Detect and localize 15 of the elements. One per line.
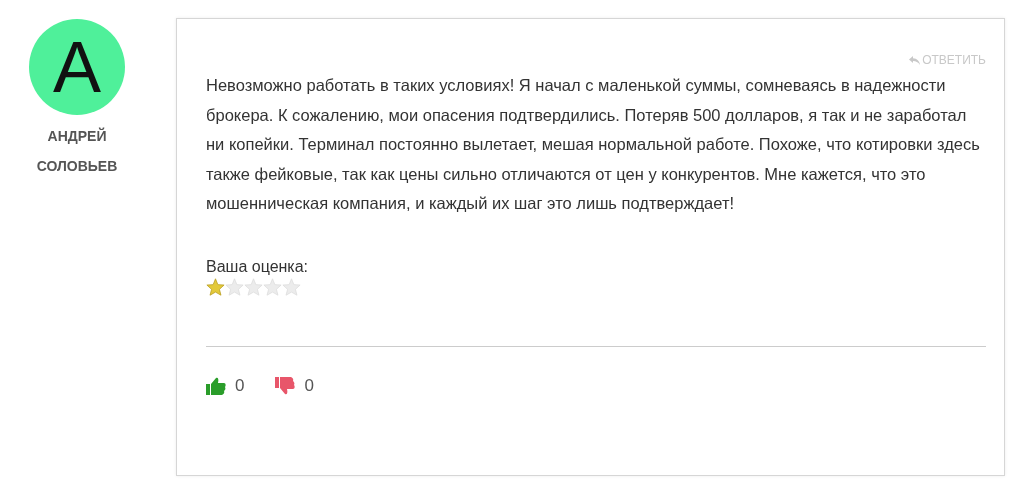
review-text: Невозможно работать в таких условиях! Я начал с маленькой суммы, сомневаясь в надежности брокера. К сожалению, мои опасения подтвердились. Потеряв 500 долларов, я так и не заработал ни копейки. Терминал постоянно вылетает, мешая нормальной работе. Похоже, что котировки здесь также фейковые, так как цены сильно отличаются от цен у конкурентов. Мне кажется, что это мошенническая компания, и каждый их шаг это лишь подтверждает! xyxy=(206,75,981,214)
star-icon xyxy=(244,277,263,296)
author-first-name: АНДРЕЙ xyxy=(47,127,107,145)
author-last-name: СОЛОВЬЕВ xyxy=(36,157,118,175)
star-icon xyxy=(263,277,282,296)
thumbs-up-icon[interactable] xyxy=(206,376,226,395)
avatar: А xyxy=(29,19,125,115)
thumbs-down-icon[interactable] xyxy=(275,376,296,395)
rating-label: Ваша оценка: xyxy=(206,257,310,276)
dislike-count: 0 xyxy=(304,375,314,396)
like-count: 0 xyxy=(235,375,245,396)
star-icon xyxy=(282,277,301,296)
star-icon xyxy=(206,277,225,296)
reply-icon xyxy=(909,55,921,65)
star-icon xyxy=(225,277,244,296)
